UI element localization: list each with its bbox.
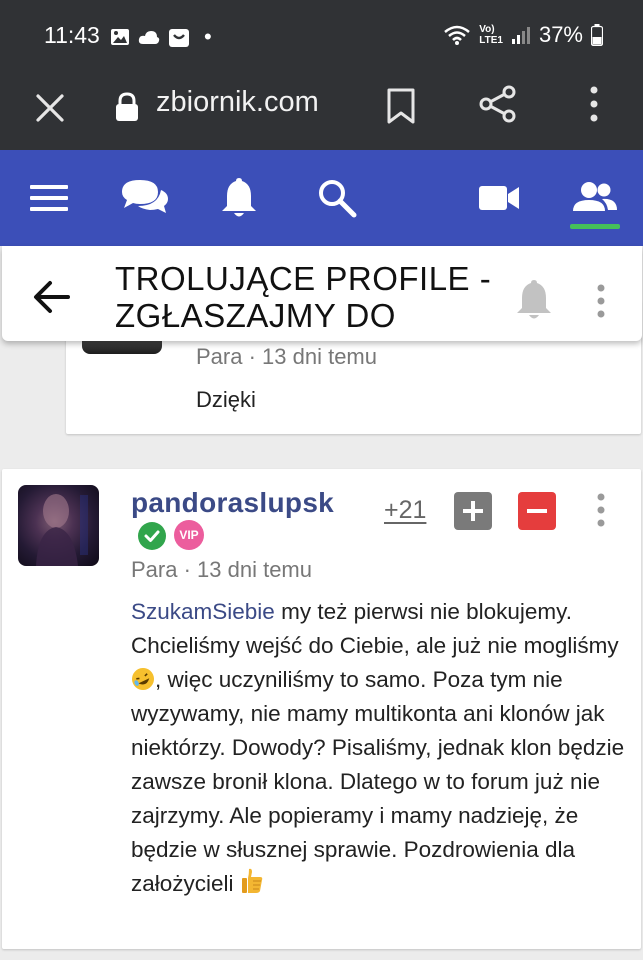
downvote-button[interactable] <box>518 492 556 530</box>
notifications-button[interactable] <box>214 176 264 220</box>
bell-icon <box>222 178 256 217</box>
video-button[interactable] <box>474 176 524 220</box>
status-time: 11:43 <box>44 22 100 48</box>
bell-icon[interactable] <box>515 278 553 322</box>
vip-badge: VIP <box>174 520 204 550</box>
post-meta: Para · 13 dni temu <box>196 344 377 369</box>
post-score[interactable]: +21 <box>384 496 426 525</box>
plus-icon <box>463 501 483 521</box>
rolling-laughing-emoji <box>132 668 154 690</box>
image-icon <box>111 29 129 45</box>
status-system-icons: Vo) LTE1 37% <box>443 22 603 48</box>
status-notification-icons: • <box>110 24 212 50</box>
search-icon <box>319 180 357 218</box>
post-meta: Para · 13 dni temu <box>131 557 312 582</box>
more-vert-icon[interactable] <box>594 283 608 319</box>
battery-icon <box>591 24 603 46</box>
username-link[interactable]: pandoraslupsk <box>131 487 334 519</box>
mention-link[interactable]: SzukamSiebie <box>131 599 275 624</box>
post-text: SzukamSiebie my też pierwsi nie blokujem… <box>131 595 636 901</box>
close-icon[interactable] <box>30 88 70 128</box>
users-button[interactable] <box>570 176 620 220</box>
avatar[interactable] <box>18 485 99 566</box>
video-icon <box>479 186 519 210</box>
minus-icon <box>527 509 547 513</box>
status-dot: • <box>204 24 212 49</box>
post-text-part-2: , więc uczyniliśmy to samo. Poza tym nie… <box>131 667 625 896</box>
share-icon[interactable] <box>478 84 518 124</box>
topic-title: TROLUJĄCE PROFILE - ZGŁASZAJMY DO <box>115 260 492 334</box>
cloud-icon <box>138 31 160 44</box>
lock-icon <box>116 92 138 121</box>
nav-active-indicator <box>570 224 620 229</box>
chat-button[interactable] <box>120 176 170 220</box>
verified-check-icon <box>138 522 166 550</box>
users-icon <box>573 182 617 211</box>
shopping-bag-icon <box>169 29 189 47</box>
bookmark-icon[interactable] <box>384 86 418 126</box>
wifi-icon <box>444 25 471 45</box>
chat-icon <box>122 180 168 213</box>
menu-icon <box>30 185 68 211</box>
signal-label: Vo) LTE1 <box>479 24 503 46</box>
battery-percent: 37% <box>538 22 583 47</box>
signal-icon <box>511 27 530 44</box>
more-vert-icon[interactable] <box>580 84 608 124</box>
avatar-photo <box>36 494 88 566</box>
status-bar: 11:43 • Vo) LTE1 37% <box>0 0 643 70</box>
thumbs-up-emoji <box>241 868 263 893</box>
url-text[interactable]: zbiornik.com <box>156 86 319 119</box>
more-vert-icon[interactable] <box>594 492 608 528</box>
upvote-button[interactable] <box>454 492 492 530</box>
browser-toolbar: zbiornik.com <box>0 70 643 150</box>
menu-button[interactable] <box>24 176 74 220</box>
search-button[interactable] <box>312 176 362 220</box>
signal-label-top: Vo) <box>479 24 495 35</box>
back-arrow-icon[interactable] <box>32 280 70 314</box>
signal-label-bottom: LTE1 <box>479 35 503 46</box>
post-text: Dzięki <box>196 387 256 412</box>
site-navbar <box>0 150 643 246</box>
